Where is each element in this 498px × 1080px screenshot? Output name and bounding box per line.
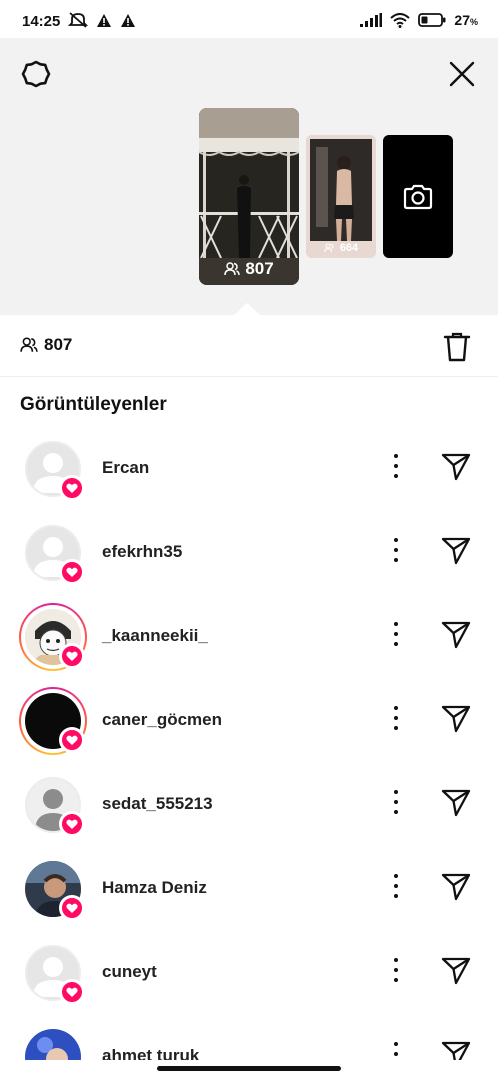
more-options-button[interactable] [388, 538, 404, 562]
send-icon [441, 705, 471, 733]
photo-avatar [25, 1029, 81, 1060]
send-message-button[interactable] [441, 957, 471, 985]
battery-icon [418, 13, 446, 27]
username[interactable]: ahmet turuk [102, 1046, 199, 1060]
send-icon [441, 1041, 471, 1060]
wifi-icon [390, 12, 411, 28]
send-icon [441, 453, 471, 481]
list-item[interactable]: efekrhn35 [0, 508, 498, 592]
viewers-icon [224, 262, 241, 276]
send-message-button[interactable] [441, 873, 471, 901]
trash-icon [443, 332, 471, 362]
username[interactable]: Ercan [102, 458, 149, 478]
heart-icon [59, 895, 85, 921]
more-options-button[interactable] [388, 790, 404, 814]
close-icon [449, 61, 475, 87]
more-options-button[interactable] [388, 454, 404, 478]
warning-icon [97, 13, 111, 27]
send-icon [441, 537, 471, 565]
username[interactable]: caner_göcmen [102, 710, 222, 730]
more-options-button[interactable] [388, 874, 404, 898]
send-icon [441, 621, 471, 649]
camera-icon [403, 184, 433, 209]
send-icon [441, 873, 471, 901]
send-icon [441, 789, 471, 817]
avatar[interactable] [22, 522, 85, 585]
more-options-button[interactable] [388, 1042, 404, 1060]
warning-icon [121, 13, 135, 27]
status-left-icons [68, 12, 136, 28]
add-story-button[interactable] [383, 135, 453, 258]
send-message-button[interactable] [441, 789, 471, 817]
story-thumbnail-selected[interactable]: 807 [199, 108, 299, 285]
avatar[interactable] [19, 687, 87, 755]
story-view-count: 664 [306, 242, 376, 254]
delete-story-button[interactable] [443, 331, 471, 363]
username[interactable]: cuneyt [102, 962, 157, 982]
settings-button[interactable] [20, 58, 52, 90]
close-button[interactable] [446, 58, 478, 90]
username[interactable]: _kaanneekii_ [102, 626, 208, 646]
list-item[interactable]: Hamza Deniz [0, 844, 498, 928]
avatar[interactable] [22, 1026, 84, 1060]
story-view-count: 807 [199, 259, 299, 279]
gear-icon [21, 60, 51, 88]
mute-icon [68, 12, 88, 28]
battery-percent: 27% [454, 12, 478, 28]
status-right-icons: 27% [360, 12, 478, 28]
send-message-button[interactable] [441, 537, 471, 565]
list-item[interactable]: cuneyt [0, 928, 498, 1012]
home-indicator[interactable] [157, 1066, 341, 1071]
heart-icon [59, 643, 85, 669]
heart-icon [59, 559, 85, 585]
viewers-icon [323, 243, 334, 253]
story-thumbnail[interactable]: 664 [306, 135, 376, 258]
send-message-button[interactable] [441, 453, 471, 481]
story-header: 807 664 [0, 38, 498, 315]
viewers-icon [20, 337, 38, 352]
more-options-button[interactable] [388, 958, 404, 982]
list-item[interactable]: ahmet turuk [0, 1012, 498, 1060]
send-message-button[interactable] [441, 621, 471, 649]
avatar[interactable] [22, 858, 85, 921]
send-message-button[interactable] [441, 1041, 471, 1060]
signal-icon [360, 13, 383, 27]
send-icon [441, 957, 471, 985]
username[interactable]: Hamza Deniz [102, 878, 207, 898]
heart-icon [59, 979, 85, 1005]
list-item[interactable]: _kaanneekii_ [0, 592, 498, 676]
avatar[interactable] [22, 774, 85, 837]
status-time: 14:25 [22, 13, 61, 30]
viewer-count-row: 807 [0, 316, 498, 377]
more-options-button[interactable] [388, 622, 404, 646]
more-options-button[interactable] [388, 706, 404, 730]
list-item[interactable]: sedat_555213 [0, 760, 498, 844]
username[interactable]: sedat_555213 [102, 794, 213, 814]
heart-icon [59, 475, 85, 501]
username[interactable]: efekrhn35 [102, 542, 182, 562]
story-photo [306, 135, 376, 258]
viewer-count: 807 [20, 335, 72, 355]
send-message-button[interactable] [441, 705, 471, 733]
list-item[interactable]: Ercan [0, 424, 498, 508]
viewer-list: Ercan efekrhn35 _kaanneekii_ caner_göcme… [0, 424, 498, 1060]
heart-icon [59, 811, 85, 837]
heart-icon [59, 727, 85, 753]
avatar[interactable] [22, 942, 85, 1005]
selected-story-pointer [233, 303, 261, 316]
avatar[interactable] [22, 438, 85, 501]
list-item[interactable]: caner_göcmen [0, 676, 498, 760]
status-bar: 14:25 27% [0, 0, 498, 38]
avatar[interactable] [19, 603, 87, 671]
section-title: Görüntüleyenler [20, 394, 167, 415]
